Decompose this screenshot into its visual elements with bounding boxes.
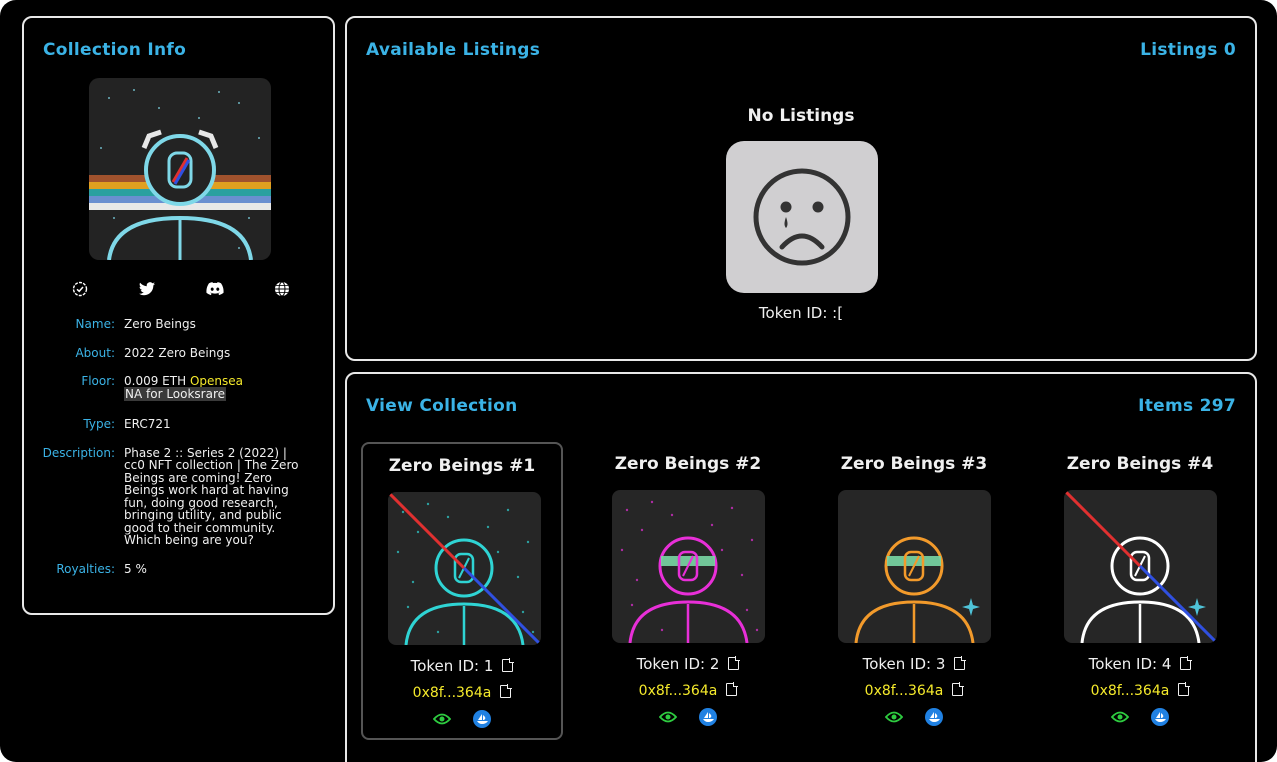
- token-id: Token ID: 4: [1088, 655, 1172, 673]
- owner-address: 0x8f...364a: [638, 683, 718, 699]
- nft-name: Zero Beings #4: [1066, 454, 1214, 474]
- owner-address-row: 0x8f...364a: [813, 682, 1015, 699]
- type-label: Type:: [83, 417, 115, 431]
- copy-address-icon[interactable]: [1178, 682, 1191, 696]
- listings-count: Listings 0: [1140, 40, 1236, 60]
- card-actions: [813, 708, 1015, 726]
- available-listings-panel: Available Listings Listings 0 No Listing…: [345, 16, 1257, 361]
- nft-card[interactable]: Zero Beings #2 Token ID: 2 0x8f...364a: [587, 442, 789, 740]
- copy-token-icon[interactable]: [954, 656, 967, 670]
- eye-icon[interactable]: [433, 710, 451, 728]
- copy-address-icon[interactable]: [726, 682, 739, 696]
- no-listings-heading: No Listings: [747, 106, 855, 126]
- eye-icon[interactable]: [885, 708, 903, 726]
- sad-face-icon: [753, 168, 851, 266]
- token-id: Token ID: 3: [862, 655, 946, 673]
- copy-address-icon[interactable]: [500, 684, 513, 698]
- token-id: Token ID: 1: [410, 657, 494, 675]
- nft-card[interactable]: Zero Beings #1 Token ID: 1 0x8f...364a: [361, 442, 563, 740]
- nft-card[interactable]: Zero Beings #3 Token ID: 3 0x8f...364a: [813, 442, 1015, 740]
- royalties-label: Royalties:: [56, 561, 115, 576]
- card-actions: [1039, 708, 1241, 726]
- floor-value: 0.009 ETH Opensea NA for Looksrare: [124, 374, 310, 401]
- owner-address: 0x8f...364a: [1090, 683, 1170, 699]
- app-frame: Collection Info Name: Zero Beings About:…: [0, 0, 1277, 762]
- collection-details: Name: Zero Beings About: 2022 Zero Being…: [24, 318, 337, 591]
- nft-image[interactable]: [388, 492, 541, 645]
- copy-token-icon[interactable]: [728, 656, 741, 670]
- listing-token-id: Token ID: :[: [758, 304, 844, 322]
- view-collection-panel: View Collection Items 297 Zero Beings #1…: [345, 372, 1257, 762]
- twitter-icon[interactable]: [138, 280, 156, 298]
- owner-address: 0x8f...364a: [864, 683, 944, 699]
- nft-image[interactable]: [838, 490, 991, 643]
- collection-count: Items 297: [1138, 396, 1236, 416]
- name-value: Zero Beings: [124, 317, 196, 331]
- token-id-row: Token ID: 4: [1039, 655, 1241, 673]
- opensea-icon[interactable]: [1151, 708, 1169, 726]
- opensea-icon[interactable]: [699, 708, 717, 726]
- card-actions: [363, 710, 561, 728]
- token-id-row: Token ID: 2: [587, 655, 789, 673]
- sad-face-placeholder: [726, 141, 878, 293]
- about-label: About:: [75, 345, 115, 360]
- royalties-row: Royalties: 5 %: [24, 561, 337, 576]
- floor-row: Floor: 0.009 ETH Opensea NA for Looksrar…: [24, 374, 337, 401]
- nft-image[interactable]: [612, 490, 765, 643]
- nft-name: Zero Beings #1: [388, 456, 536, 476]
- name-label: Name:: [75, 317, 115, 331]
- token-id-row: Token ID: 3: [813, 655, 1015, 673]
- about-row: About: 2022 Zero Beings: [24, 345, 337, 360]
- name-row: Name: Zero Beings: [24, 318, 337, 331]
- floor-label: Floor:: [81, 374, 115, 388]
- card-actions: [587, 708, 789, 726]
- about-value: 2022 Zero Beings: [124, 345, 231, 360]
- nft-card[interactable]: Zero Beings #4 Token ID: 4 0x8f...364a: [1039, 442, 1241, 740]
- description-label: Description:: [42, 445, 115, 460]
- description-row: Description: Phase 2 :: Series 2 (2022) …: [24, 445, 337, 547]
- looksrare-floor: NA for Looksrare: [124, 386, 227, 401]
- discord-icon[interactable]: [206, 280, 224, 298]
- type-value: ERC721: [124, 417, 171, 431]
- opensea-icon[interactable]: [925, 708, 943, 726]
- owner-address: 0x8f...364a: [412, 685, 492, 701]
- listings-title: Available Listings: [366, 40, 541, 60]
- collection-avatar: [89, 78, 271, 260]
- owner-address-row: 0x8f...364a: [363, 684, 561, 701]
- token-id: Token ID: 2: [636, 655, 720, 673]
- eye-icon[interactable]: [1111, 708, 1129, 726]
- social-links: [71, 280, 291, 298]
- owner-address-row: 0x8f...364a: [587, 682, 789, 699]
- opensea-link[interactable]: Opensea: [190, 374, 243, 388]
- floor-eth: 0.009 ETH: [124, 374, 187, 388]
- nft-image[interactable]: [1064, 490, 1217, 643]
- copy-token-icon[interactable]: [1180, 656, 1193, 670]
- collection-info-title: Collection Info: [43, 40, 187, 60]
- description-value: Phase 2 :: Series 2 (2022) | cc0 NFT col…: [124, 445, 299, 547]
- nft-name: Zero Beings #3: [840, 454, 988, 474]
- globe-icon[interactable]: [273, 280, 291, 298]
- copy-token-icon[interactable]: [502, 658, 515, 672]
- collection-info-panel: Collection Info Name: Zero Beings About:…: [22, 16, 335, 615]
- copy-address-icon[interactable]: [952, 682, 965, 696]
- royalties-value: 5 %: [124, 561, 147, 576]
- type-row: Type: ERC721: [24, 418, 337, 431]
- opensea-icon[interactable]: [473, 710, 491, 728]
- token-id-row: Token ID: 1: [363, 657, 561, 675]
- nft-name: Zero Beings #2: [614, 454, 762, 474]
- collection-title: View Collection: [366, 396, 518, 416]
- verified-icon[interactable]: [71, 280, 89, 298]
- owner-address-row: 0x8f...364a: [1039, 682, 1241, 699]
- eye-icon[interactable]: [659, 708, 677, 726]
